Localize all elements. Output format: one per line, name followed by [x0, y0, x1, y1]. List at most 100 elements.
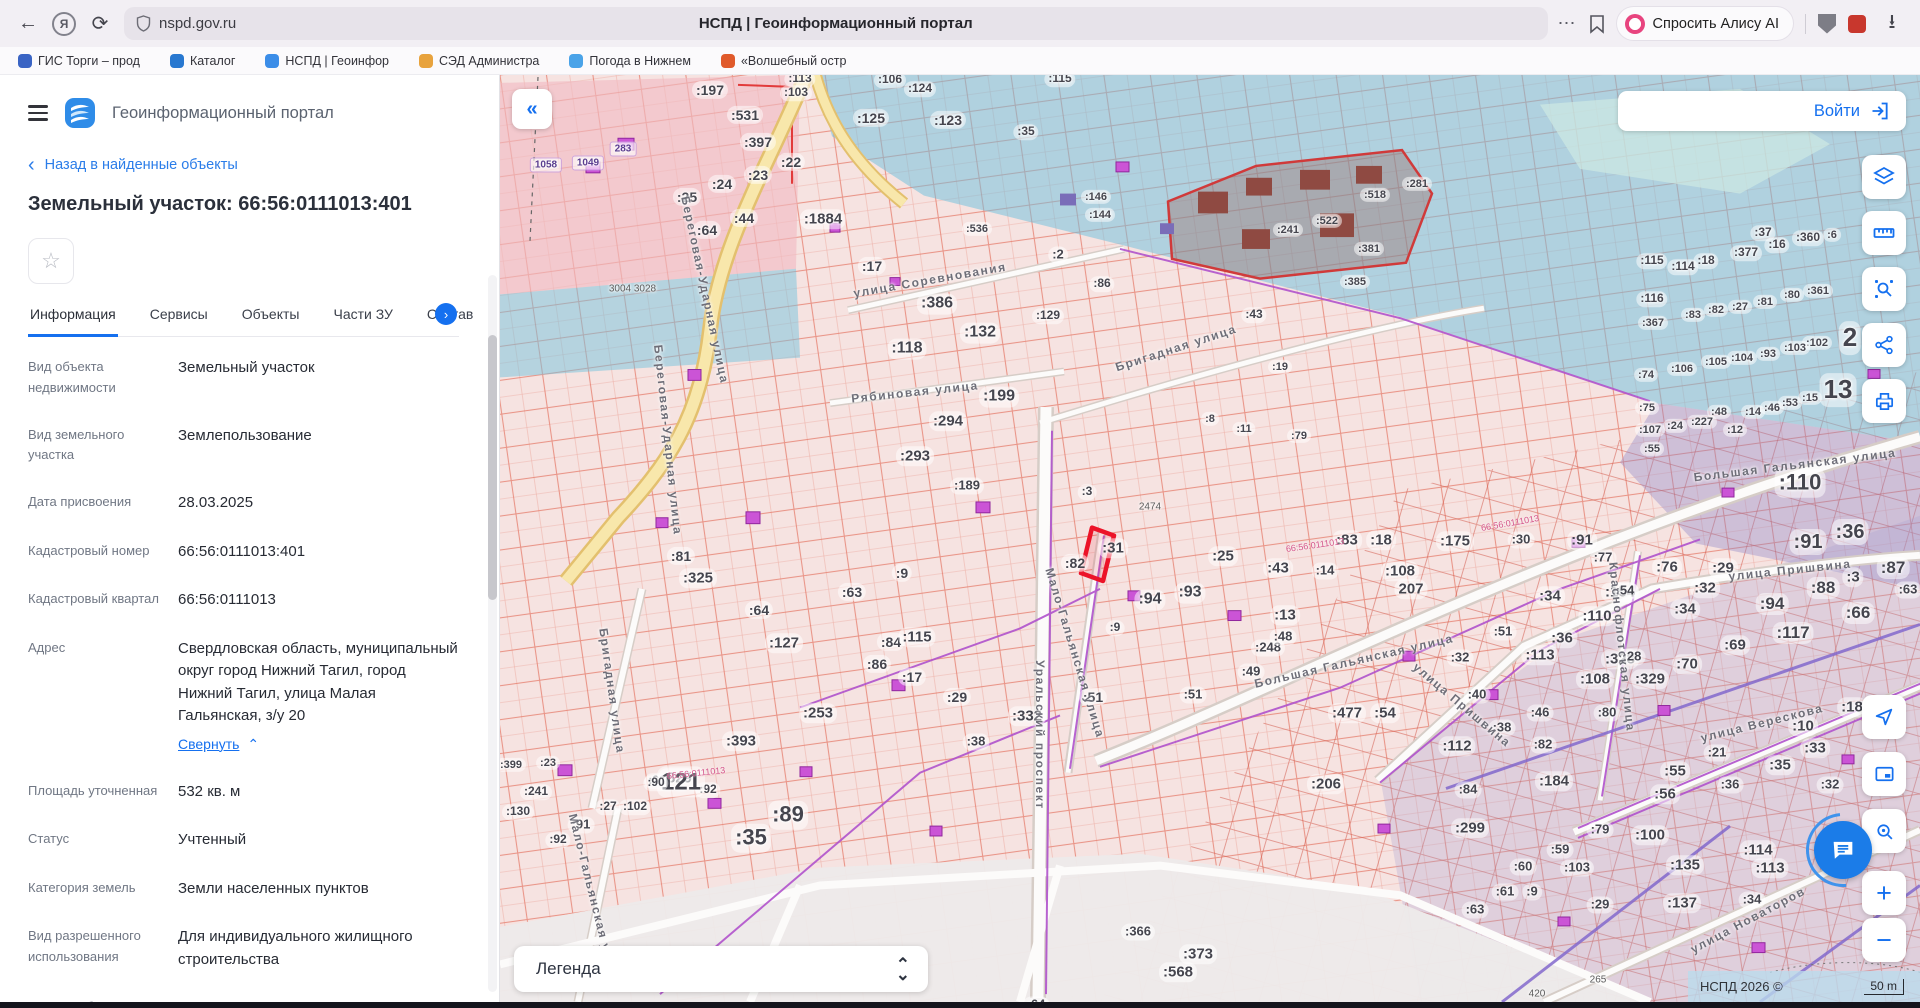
parcel-label: :3	[1078, 484, 1097, 500]
bookmark-favicon	[265, 54, 279, 68]
parcel-label: 1058	[530, 158, 562, 173]
downloads-button[interactable]: ⭳	[1878, 10, 1906, 38]
chat-assistant-button[interactable]	[1814, 821, 1872, 879]
parcel-label: :60	[1510, 859, 1537, 876]
collapse-address-link[interactable]: Свернуть⌃	[178, 734, 459, 755]
nspd-logo	[64, 97, 96, 129]
bookmark-favicon	[170, 54, 184, 68]
parcel-label: :88	[1807, 577, 1840, 599]
cadastral-map[interactable]: :197:531:113:103:106:124:397:125:123:115…	[500, 75, 1920, 1002]
window-bottom-edge	[0, 1002, 1920, 1008]
parcel-label: :241	[520, 784, 552, 800]
parcel-label: :113	[1521, 645, 1558, 665]
yandex-browser-icon[interactable]: Я	[52, 12, 76, 36]
login-label: Войти	[1814, 102, 1860, 121]
attribution-text: НСПД 2026 ©	[1700, 979, 1783, 994]
parcel-label: :70	[1672, 654, 1702, 674]
bookmark-favicon	[18, 54, 32, 68]
bookmark-label: Каталог	[190, 54, 235, 68]
parcel-label: :184	[1535, 771, 1573, 791]
parcel-label: :35	[731, 824, 771, 853]
mini-map-button[interactable]	[1862, 752, 1906, 796]
menu-button[interactable]	[28, 105, 48, 120]
my-location-button[interactable]	[1862, 695, 1906, 739]
parcel-label: :82	[1704, 303, 1728, 317]
extensions-overflow-icon[interactable]: ⋯	[1558, 13, 1577, 34]
legend-expand-icon[interactable]: ⌃⌄	[896, 960, 910, 979]
parcel-label: 2474	[1135, 501, 1165, 514]
collapse-panel-button[interactable]: «	[512, 89, 552, 129]
parcel-label: :46	[1527, 705, 1554, 722]
parcel-label: :91	[1790, 529, 1827, 555]
share-button[interactable]	[1862, 323, 1906, 367]
back-to-results-link[interactable]: ‹ Назад в найденные объекты	[28, 157, 459, 173]
parcel-label: 420	[1525, 988, 1550, 1001]
parcel-label: :91	[1567, 530, 1597, 550]
favorite-star-button[interactable]: ☆	[28, 238, 74, 284]
parcel-label: :22	[777, 153, 805, 171]
reload-button[interactable]: ⟳	[86, 10, 114, 38]
ruler-icon	[1872, 221, 1896, 245]
field-value: 66:56:0111013:401	[178, 541, 459, 564]
parcel-label: :294	[929, 411, 967, 431]
bookmark-item[interactable]: «Волшебный остр	[721, 54, 846, 68]
tab-Сервисы[interactable]: Сервисы	[148, 306, 210, 336]
parcel-label: :66	[1842, 602, 1875, 624]
tab-Части ЗУ[interactable]: Части ЗУ	[331, 306, 394, 336]
field-value: Землепользование	[178, 425, 459, 467]
parcel-label: :35	[1765, 755, 1795, 775]
tabs-overflow-arrow-button[interactable]: ›	[435, 303, 457, 325]
panel-scrollbar-thumb[interactable]	[488, 335, 497, 600]
search-by-area-button[interactable]	[1862, 267, 1906, 311]
navigation-arrow-icon	[1873, 706, 1895, 728]
parcel-label: :94	[1134, 590, 1165, 611]
bookmark-item[interactable]: ГИС Торги – прод	[18, 54, 140, 68]
parcel-label: :33	[1800, 738, 1830, 758]
parcel-label: :175	[1436, 531, 1474, 551]
parcel-label: :325	[679, 568, 717, 588]
adblock-extension-icon[interactable]	[1818, 14, 1836, 34]
tab-Объекты[interactable]: Объекты	[240, 306, 302, 336]
field-value: 66:56:0111013	[178, 589, 459, 612]
legend-bar[interactable]: Легенда ⌃⌄	[514, 946, 928, 992]
parcel-label: :108	[1381, 561, 1419, 581]
parcel-label: :129	[1032, 308, 1064, 324]
extension-icon[interactable]	[1848, 15, 1866, 33]
parcel-label: :115	[1636, 253, 1667, 269]
bookmark-item[interactable]: Каталог	[170, 54, 235, 68]
bookmark-label: СЭД Администра	[439, 54, 539, 68]
tab-Информация[interactable]: Информация	[28, 306, 118, 337]
bookmark-icon[interactable]	[1589, 14, 1605, 34]
parcel-label: :24	[708, 175, 736, 193]
parcel-label: :19	[1268, 360, 1292, 374]
parcel-label: 1049	[572, 156, 604, 171]
parcel-label: :114	[1739, 840, 1776, 860]
parcel-label: :55	[1660, 761, 1690, 781]
parcel-label: :106	[1667, 362, 1697, 376]
panel-scrollbar[interactable]	[488, 275, 497, 992]
parcel-label: :86	[863, 655, 891, 673]
measure-button[interactable]	[1862, 211, 1906, 255]
bookmark-item[interactable]: Погода в Нижнем	[569, 54, 691, 68]
field-label: Форма собственности	[28, 997, 178, 1002]
zoom-in-button[interactable]: +	[1862, 871, 1906, 915]
parcel-label: :17	[898, 668, 926, 686]
ask-alice-button[interactable]: Спросить Алису AI	[1617, 7, 1794, 40]
parcel-label: :1884	[800, 209, 846, 229]
parcel-label: :86	[1089, 276, 1114, 292]
parcel-label: :84	[1455, 782, 1482, 799]
bookmark-item[interactable]: СЭД Администра	[419, 54, 539, 68]
login-button[interactable]: Войти	[1618, 91, 1906, 131]
parcel-label: :115	[1044, 75, 1075, 87]
print-button[interactable]	[1862, 379, 1906, 423]
parcel-label: :329	[1631, 669, 1669, 689]
parcel-label: :34	[1670, 599, 1700, 619]
address-bar[interactable]: nspd.gov.ru НСПД | Геоинформационный пор…	[124, 7, 1548, 40]
parcel-label: :135	[1666, 855, 1704, 875]
zoom-out-button[interactable]: −	[1862, 918, 1906, 962]
layers-button[interactable]	[1862, 155, 1906, 199]
bookmark-item[interactable]: НСПД | Геоинфор	[265, 54, 389, 68]
bookmark-label: НСПД | Геоинфор	[285, 54, 389, 68]
browser-back-button[interactable]: ←	[14, 10, 42, 38]
field-row: Дата присвоения28.03.2025	[28, 478, 459, 527]
